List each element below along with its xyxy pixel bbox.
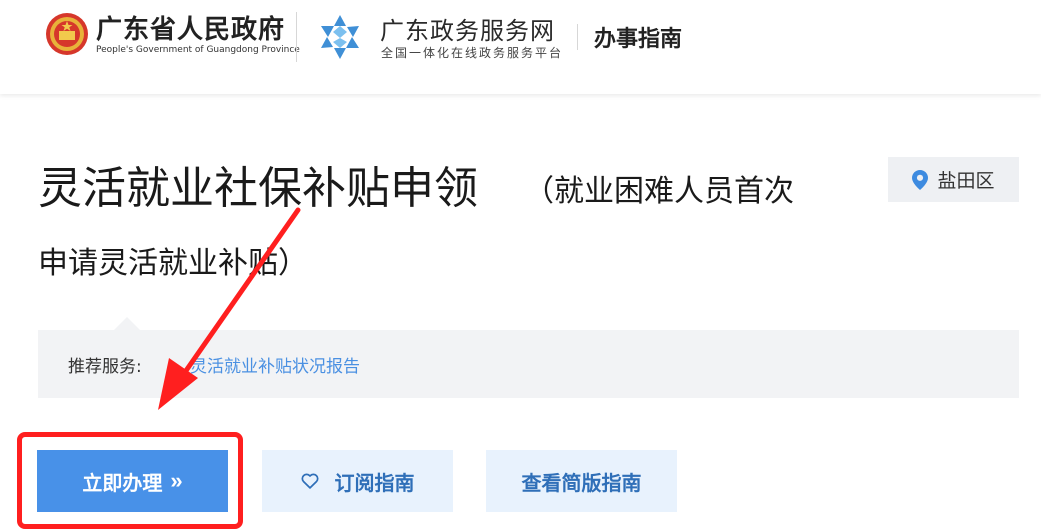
recommend-panel bbox=[38, 330, 1019, 398]
service-portal-subtitle: 全国一体化在线政务服务平台 bbox=[381, 46, 564, 60]
gov-name: 广东省人民政府 bbox=[96, 15, 286, 45]
location-pin-icon bbox=[912, 169, 929, 190]
national-emblem-icon bbox=[46, 13, 88, 55]
site-header: 广东省人民政府 People's Government of Guangdong… bbox=[0, 0, 1041, 94]
subscribe-guide-label: 订阅指南 bbox=[334, 472, 415, 495]
page-subtitle-line1: （就业困难人员首次 bbox=[524, 174, 794, 209]
apply-now-label: 立即办理 bbox=[82, 472, 163, 495]
recommend-label: 推荐服务: bbox=[68, 357, 142, 377]
section-title: 办事指南 bbox=[594, 27, 683, 52]
header-divider bbox=[577, 24, 578, 50]
service-portal-logo-icon bbox=[321, 15, 359, 59]
subscribe-guide-button[interactable]: 订阅指南 bbox=[262, 450, 453, 512]
gov-name-en: People's Government of Guangdong Provinc… bbox=[96, 45, 300, 55]
header-divider bbox=[296, 12, 297, 62]
page-title: 灵活就业社保补贴申领 bbox=[38, 163, 478, 214]
recommend-link[interactable]: 灵活就业补贴状况报告 bbox=[190, 352, 360, 377]
view-simple-guide-label: 查看简版指南 bbox=[521, 472, 642, 495]
double-chevron-right-icon: » bbox=[170, 468, 183, 493]
apply-now-button[interactable]: 立即办理 » bbox=[37, 450, 228, 512]
region-label: 盐田区 bbox=[937, 170, 995, 192]
region-selector[interactable]: 盐田区 bbox=[888, 157, 1019, 202]
heart-icon bbox=[300, 473, 319, 489]
recommend-pointer bbox=[114, 317, 140, 330]
view-simple-guide-button[interactable]: 查看简版指南 bbox=[486, 450, 677, 512]
page-subtitle-line2: 申请灵活就业补贴） bbox=[38, 246, 308, 281]
service-portal-name: 广东政务服务网 bbox=[380, 17, 555, 45]
